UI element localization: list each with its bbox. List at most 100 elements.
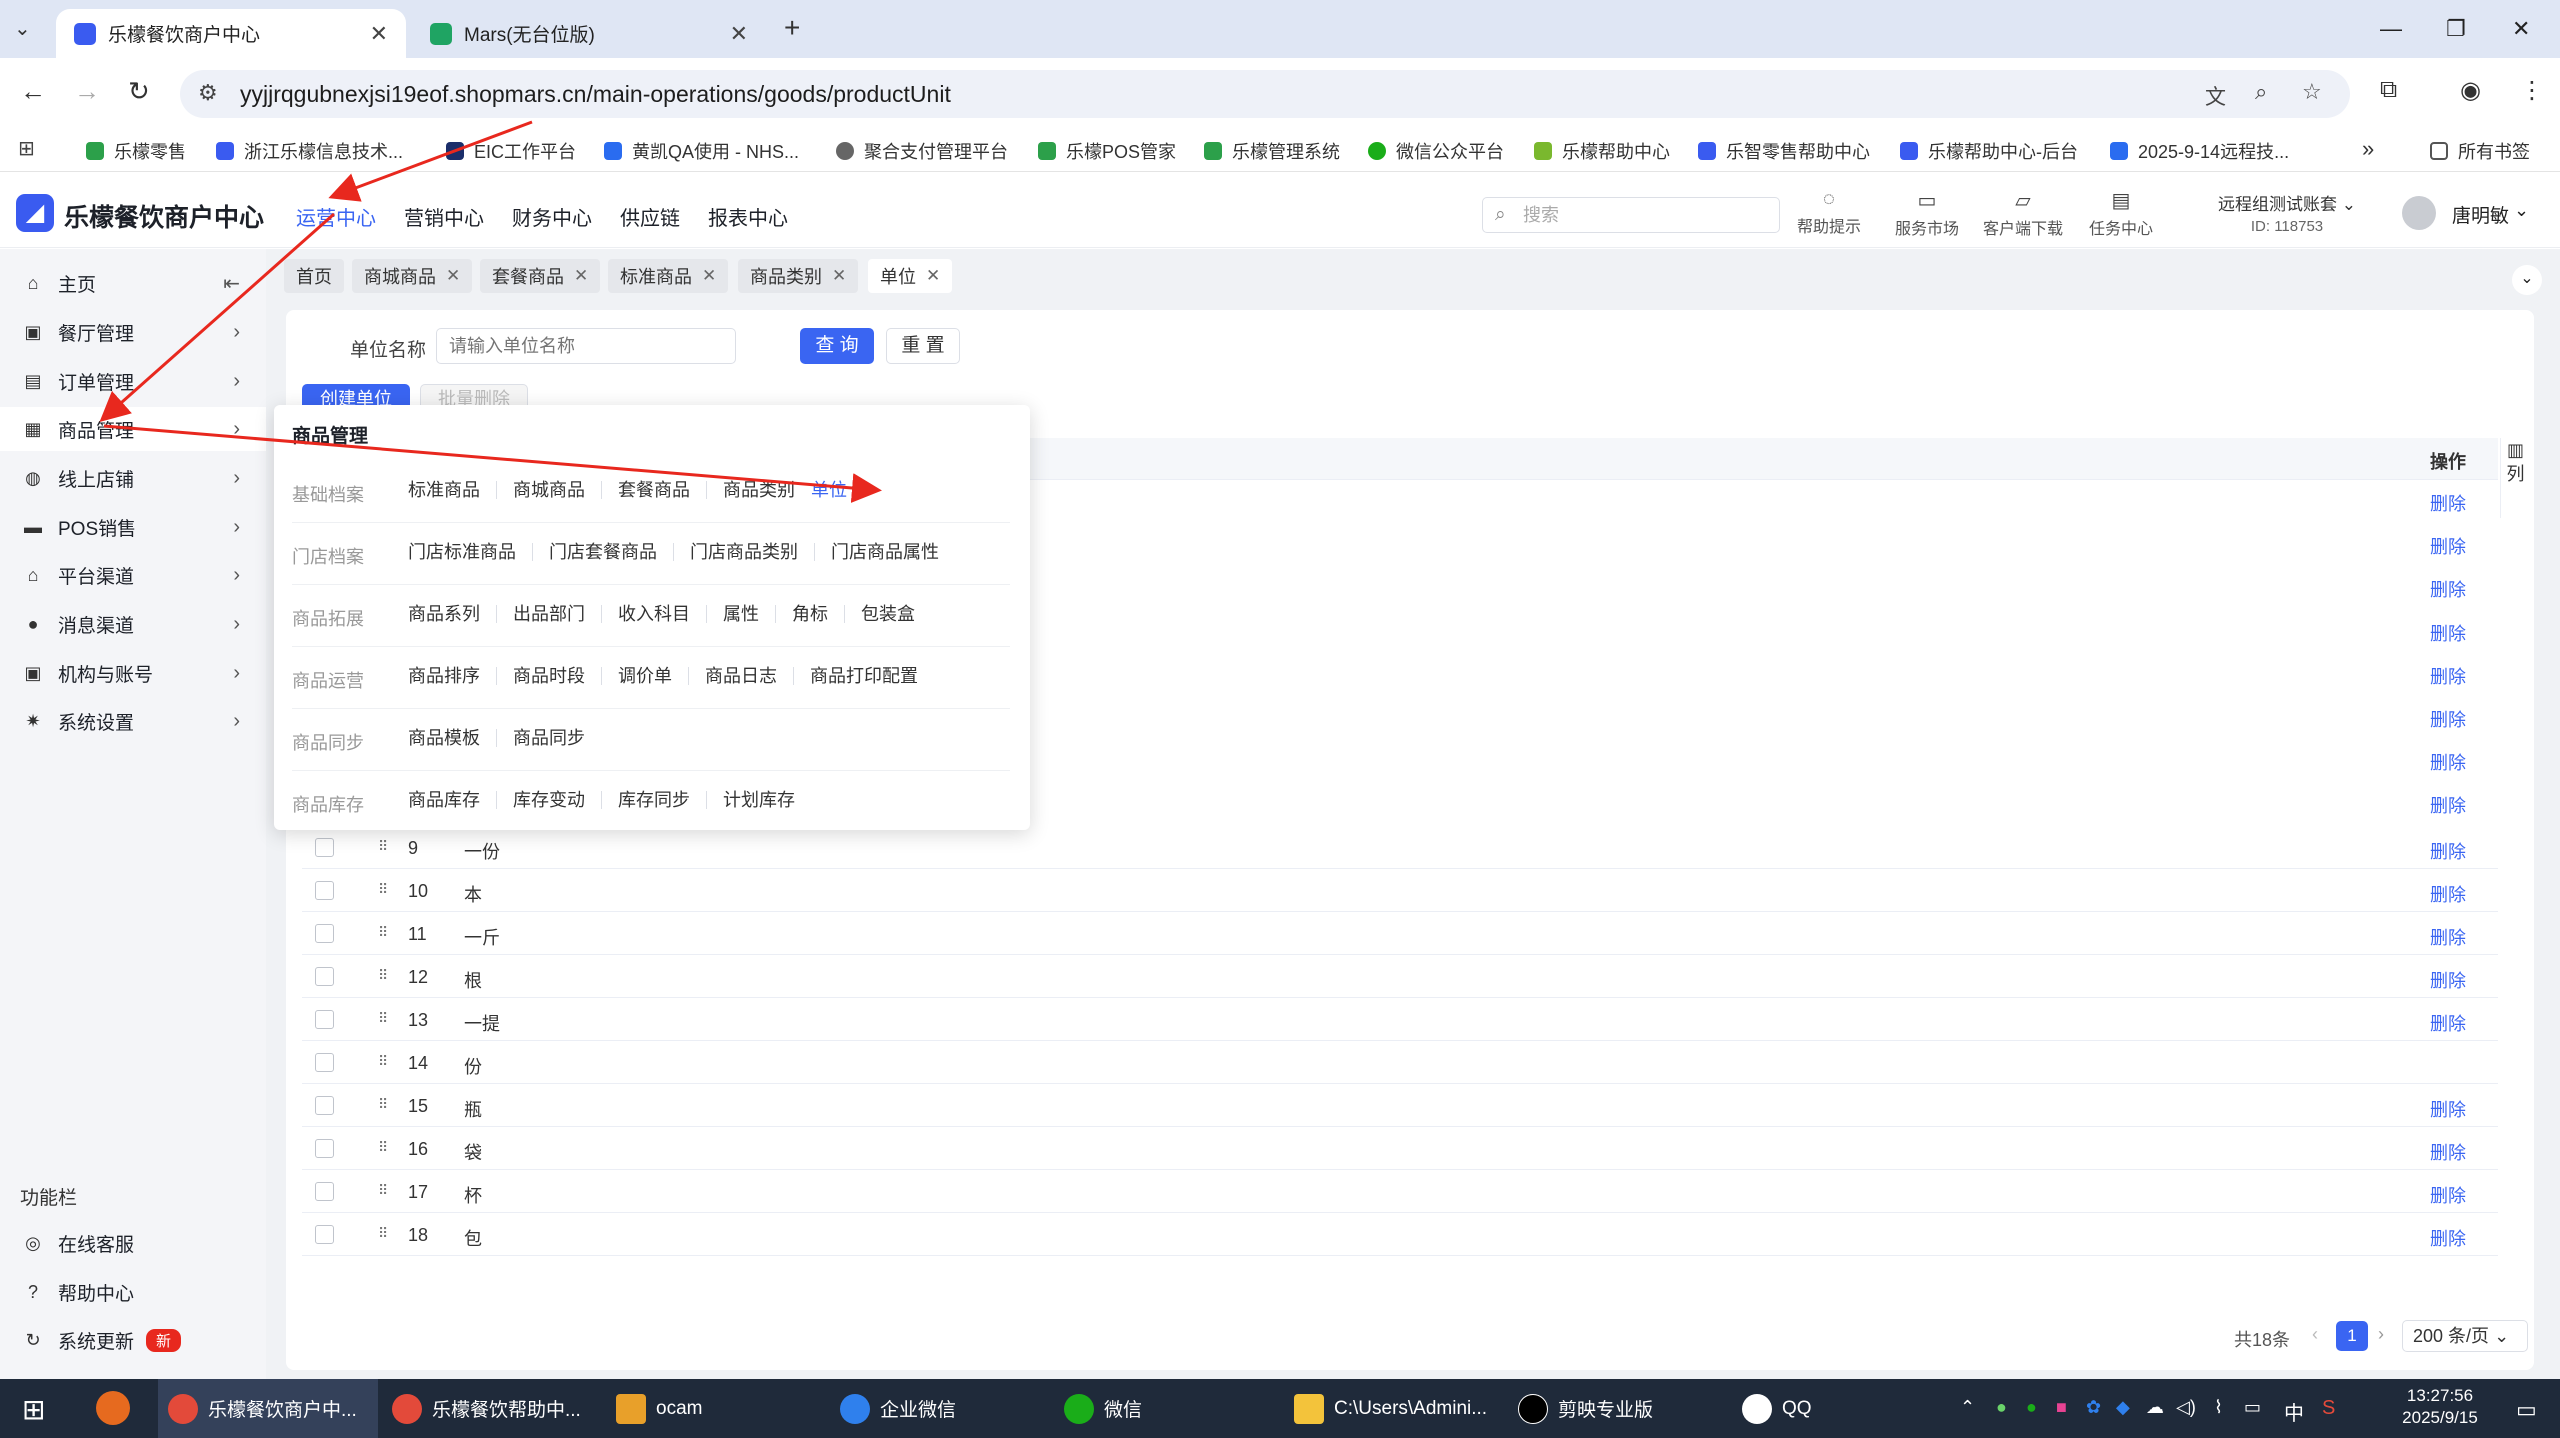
taskbar-item[interactable]: 企业微信 [830, 1379, 1050, 1438]
tray-wechat-icon[interactable]: ● [1996, 1397, 2007, 1418]
sidebar-item-goods[interactable]: ▦ 商品管理 › [0, 407, 266, 451]
task-center-button[interactable]: ▤ 任务中心 [2076, 188, 2166, 239]
network-icon[interactable]: ⌇ [2214, 1397, 2223, 1418]
apps-grid-icon[interactable]: ⊞ [18, 136, 35, 161]
sidebar-item-pos[interactable]: ▬ POS销售 › [0, 505, 266, 549]
bookmark[interactable]: 黄凯QA使用 - NHS... [604, 138, 799, 164]
delete-link[interactable]: 删除 [2430, 881, 2466, 907]
taskbar-item[interactable]: 乐檬餐饮帮助中... [382, 1379, 602, 1438]
menu-link[interactable]: 调价单 [601, 667, 688, 685]
table-row[interactable]: ⠿ 10 本删除 [302, 869, 2498, 912]
account-switcher[interactable]: 远程组测试账套 ⌄ ID: 118753 [2212, 190, 2362, 235]
menu-link[interactable]: 商品库存 [392, 791, 496, 809]
table-row[interactable]: ⠿ 16 袋删除 [302, 1127, 2498, 1170]
page-tab-mall-goods[interactable]: 商城商品 ✕ [352, 259, 473, 293]
sidebar-item-messages[interactable]: ● 消息渠道 › [0, 602, 266, 646]
global-search-input[interactable]: ⌕ 搜索 [1482, 197, 1780, 233]
reset-button[interactable]: 重 置 [886, 328, 960, 364]
taskbar-item[interactable]: 剪映专业版 [1508, 1379, 1728, 1438]
menu-link-standard-goods[interactable]: 标准商品 [392, 481, 496, 499]
system-update-link[interactable]: ↻ 系统更新 新 [0, 1318, 266, 1362]
table-row[interactable]: ⠿ 11 一斤 删除 [302, 912, 2498, 955]
column-setting-button[interactable]: ▥ 列 [2500, 438, 2530, 518]
url-text[interactable]: yyjjrqgubnexjsi19eof.shopmars.cn/main-op… [240, 81, 951, 108]
row-checkbox[interactable] [315, 924, 334, 943]
menu-link[interactable]: 计划库存 [706, 791, 811, 809]
bookmark[interactable]: 微信公众平台 [1368, 138, 1504, 164]
row-checkbox[interactable] [315, 1096, 334, 1115]
taskbar-item[interactable]: 乐檬餐饮商户中... [158, 1379, 378, 1438]
tab-close-icon[interactable]: ✕ [730, 21, 748, 47]
bookmark[interactable]: 乐檬帮助中心 [1534, 138, 1670, 164]
menu-link-unit[interactable]: 单位 [811, 481, 863, 499]
sidebar-item-platform[interactable]: ⌂ 平台渠道 › [0, 553, 266, 597]
drag-handle-icon[interactable]: ⠿ [378, 967, 388, 984]
windows-start-icon[interactable]: ⊞ [22, 1393, 45, 1426]
row-checkbox[interactable] [315, 838, 334, 857]
page-1-button[interactable]: 1 [2336, 1321, 2368, 1351]
delete-link[interactable]: 删除 [2430, 1225, 2466, 1251]
topnav-marketing[interactable]: 营销中心 [404, 202, 484, 231]
tray-app2-icon[interactable]: ✿ [2086, 1397, 2101, 1418]
profile-icon[interactable]: ◉ [2460, 76, 2481, 105]
delete-link[interactable]: 删除 [2430, 533, 2466, 559]
row-checkbox[interactable] [315, 1225, 334, 1244]
sidebar-item-orders[interactable]: ▤ 订单管理 › [0, 359, 266, 403]
help-tips-button[interactable]: ◌ 帮助提示 [1784, 188, 1874, 237]
bookmark[interactable]: 2025-9-14远程技... [2110, 138, 2289, 164]
menu-link[interactable]: 角标 [775, 605, 844, 623]
reload-icon[interactable]: ↻ [128, 76, 150, 107]
bookmark[interactable]: 乐智零售帮助中心 [1698, 138, 1870, 164]
drag-handle-icon[interactable]: ⠿ [378, 1139, 388, 1156]
row-checkbox[interactable] [315, 1182, 334, 1201]
battery-icon[interactable]: ▭ [2244, 1397, 2261, 1418]
menu-link[interactable]: 包装盒 [844, 605, 931, 623]
table-row[interactable]: ⠿ 17 杯删除 [302, 1170, 2498, 1213]
close-window-icon[interactable]: ✕ [2512, 16, 2530, 42]
menu-link-mall-goods[interactable]: 商城商品 [496, 481, 601, 499]
delete-link[interactable]: 删除 [2430, 663, 2466, 689]
site-info-icon[interactable]: ⚙ [198, 80, 218, 106]
menu-link[interactable]: 库存同步 [601, 791, 706, 809]
menu-link[interactable]: 库存变动 [496, 791, 601, 809]
menu-link[interactable]: 属性 [706, 605, 775, 623]
menu-link[interactable]: 门店标准商品 [392, 543, 532, 561]
delete-link[interactable]: 删除 [2430, 490, 2466, 516]
next-page-icon[interactable]: › [2378, 1324, 2384, 1345]
online-support-link[interactable]: ◎ 在线客服 [0, 1221, 266, 1265]
taskbar-item[interactable]: 微信 [1054, 1379, 1274, 1438]
address-bar[interactable]: ⚙ yyjjrqgubnexjsi19eof.shopmars.cn/main-… [180, 70, 2350, 118]
menu-link[interactable]: 商品系列 [392, 605, 496, 623]
drag-handle-icon[interactable]: ⠿ [378, 1096, 388, 1113]
sidebar-item-org-account[interactable]: ▣ 机构与账号 › [0, 651, 266, 695]
delete-link[interactable]: 删除 [2430, 792, 2466, 818]
minimize-icon[interactable]: — [2380, 16, 2402, 42]
menu-link[interactable]: 收入科目 [601, 605, 706, 623]
delete-link[interactable]: 删除 [2430, 924, 2466, 950]
bookmark[interactable]: 乐檬POS管家 [1038, 138, 1176, 164]
menu-link[interactable]: 商品日志 [688, 667, 793, 685]
menu-link[interactable]: 门店套餐商品 [532, 543, 673, 561]
table-row[interactable]: ⠿ 14 份 [302, 1041, 2498, 1084]
menu-link[interactable]: 商品模板 [392, 729, 496, 747]
browser-tab-merchant-center[interactable]: 乐檬餐饮商户中心 ✕ [56, 9, 406, 58]
bookmark-star-icon[interactable]: ☆ [2302, 79, 2322, 105]
tab-close-icon[interactable]: ✕ [370, 21, 388, 47]
chevron-down-icon[interactable]: ⌄ [2514, 200, 2529, 221]
ime-indicator[interactable]: 中 [2284, 1397, 2304, 1426]
drag-handle-icon[interactable]: ⠿ [378, 1182, 388, 1199]
page-tab-combo-goods[interactable]: 套餐商品 ✕ [480, 259, 601, 293]
row-checkbox[interactable] [315, 881, 334, 900]
sogou-ime-icon[interactable]: S [2322, 1397, 2335, 1420]
query-button[interactable]: 查 询 [800, 328, 874, 364]
menu-link[interactable]: 出品部门 [496, 605, 601, 623]
row-checkbox[interactable] [315, 1139, 334, 1158]
table-row[interactable]: ⠿ 12 根删除 [302, 955, 2498, 998]
back-icon[interactable]: ← [20, 76, 46, 107]
clock[interactable]: 13:27:56 2025/9/15 [2380, 1385, 2500, 1429]
drag-handle-icon[interactable]: ⠿ [378, 838, 388, 855]
taskbar-item[interactable]: ocam [606, 1379, 826, 1438]
delete-link[interactable]: 删除 [2430, 1139, 2466, 1165]
avatar[interactable] [2402, 196, 2436, 230]
tray-chevron-icon[interactable]: ⌃ [1960, 1397, 1975, 1418]
